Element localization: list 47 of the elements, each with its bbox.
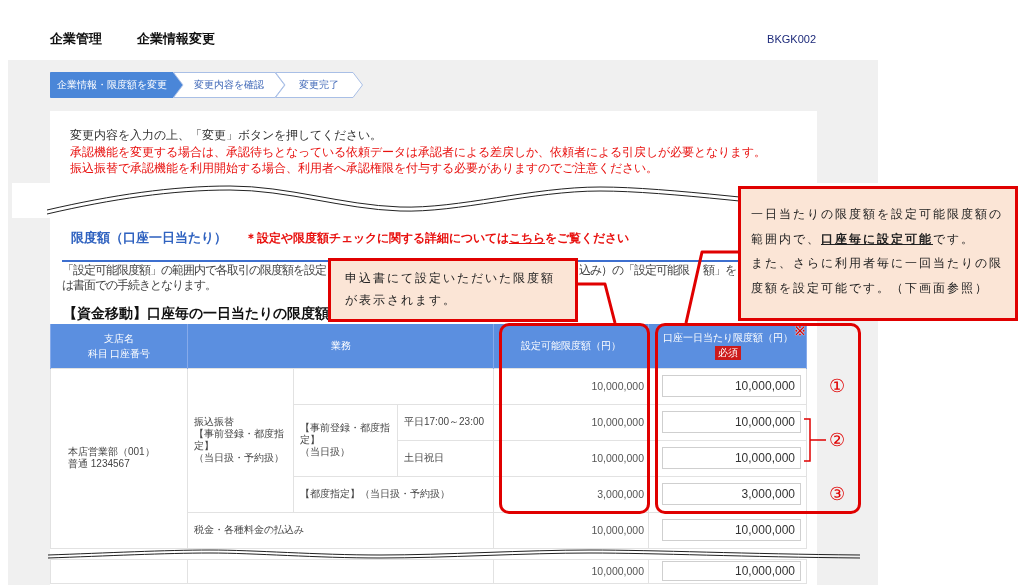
description-text: 込み）の「設定可能限	[579, 263, 689, 277]
table-cell: 【都度指定】（当日扱・予約扱）	[293, 476, 494, 512]
limit-input[interactable]: 10,000,000	[662, 447, 801, 469]
description-text: 額」を	[703, 263, 736, 277]
required-badge: 必須	[714, 346, 741, 361]
progress-step: 企業情報・限度額を変更	[50, 72, 183, 98]
table-cell: 【事前登録・都度指定】 （当日扱）	[293, 404, 398, 476]
table-cell: 10,000,000	[493, 512, 649, 548]
number-marker: ②	[829, 431, 845, 449]
instruction-text: 承認機能を変更する場合は、承認待ちとなっている依頼データは承認者による差戻しか、依頼者による引戻しが必要となります。	[70, 143, 766, 160]
detail-note: ＊設定や限度額チェックに関する詳細についてはこちらをご覧ください	[245, 231, 629, 245]
column-header: 支店名	[104, 331, 134, 345]
column-subheader: 科目 口座番号	[87, 346, 151, 360]
menu-title: 企業管理	[50, 31, 102, 46]
details-link[interactable]: こちら	[509, 231, 545, 245]
description-text: 「設定可能限度額」の範囲内で各取引の限度額を設定	[62, 263, 326, 277]
limit-input[interactable]: 10,000,000	[662, 519, 801, 541]
callout-text: 一日当たりの限度額を設定可能限度額の範囲内で、口座毎に設定可能です。	[751, 206, 1004, 248]
instruction-text: 振込振替で承認機能を利用開始する場合、利用者へ承認権限を付与する必要がありますのでご注意ください。	[70, 160, 658, 177]
callout-text: また、さらに利用者毎に一回当たりの限度額を設定可能です。（下画面参照）	[751, 255, 1004, 297]
column-header: 口座一日当たり限度額（円）	[662, 331, 793, 345]
column-header: 業務	[330, 339, 351, 353]
progress-step: 変更完了	[275, 72, 363, 98]
table-cell: 10,000,000	[493, 368, 649, 404]
screen-id: BKGK002	[767, 33, 816, 46]
section-title: 限度額（口座一日当たり）	[71, 230, 227, 246]
table-cell: 本店営業部（001） 普通 1234567	[50, 368, 188, 548]
number-marker: ③	[829, 485, 845, 503]
table-cell: 10,000,000	[493, 559, 649, 583]
limit-input[interactable]: 10,000,000	[662, 561, 801, 581]
limit-input[interactable]: 10,000,000	[662, 411, 801, 433]
callout-text: 申込書にて設定いただいた限度額が表示されます。	[345, 270, 556, 309]
required-mark: ※	[795, 325, 805, 337]
limit-input[interactable]: 3,000,000	[662, 483, 801, 505]
column-header: 設定可能限度額（円）	[521, 339, 621, 353]
page-title: 企業情報変更	[137, 31, 215, 46]
bracket-icon	[804, 418, 826, 462]
table-cell: 税金・各種料金の払込み	[187, 512, 494, 548]
description-text: は書面での手続きとなります。	[62, 278, 216, 292]
table-title: 【資金移動】口座毎の一日当たりの限度額	[63, 305, 329, 322]
table-cell: 土日祝日	[397, 440, 494, 476]
instruction-text: 変更内容を入力の上、「変更」ボタンを押してください。	[70, 127, 382, 144]
number-marker: ①	[829, 377, 845, 395]
progress-step: 変更内容を確認	[173, 72, 285, 98]
table-cell: 平日17:00～23:00	[397, 404, 494, 440]
limit-input[interactable]: 10,000,000	[662, 375, 801, 397]
table-cell: 振込振替 【事前登録・都度指定】 （当日扱・予約扱）	[187, 368, 294, 512]
